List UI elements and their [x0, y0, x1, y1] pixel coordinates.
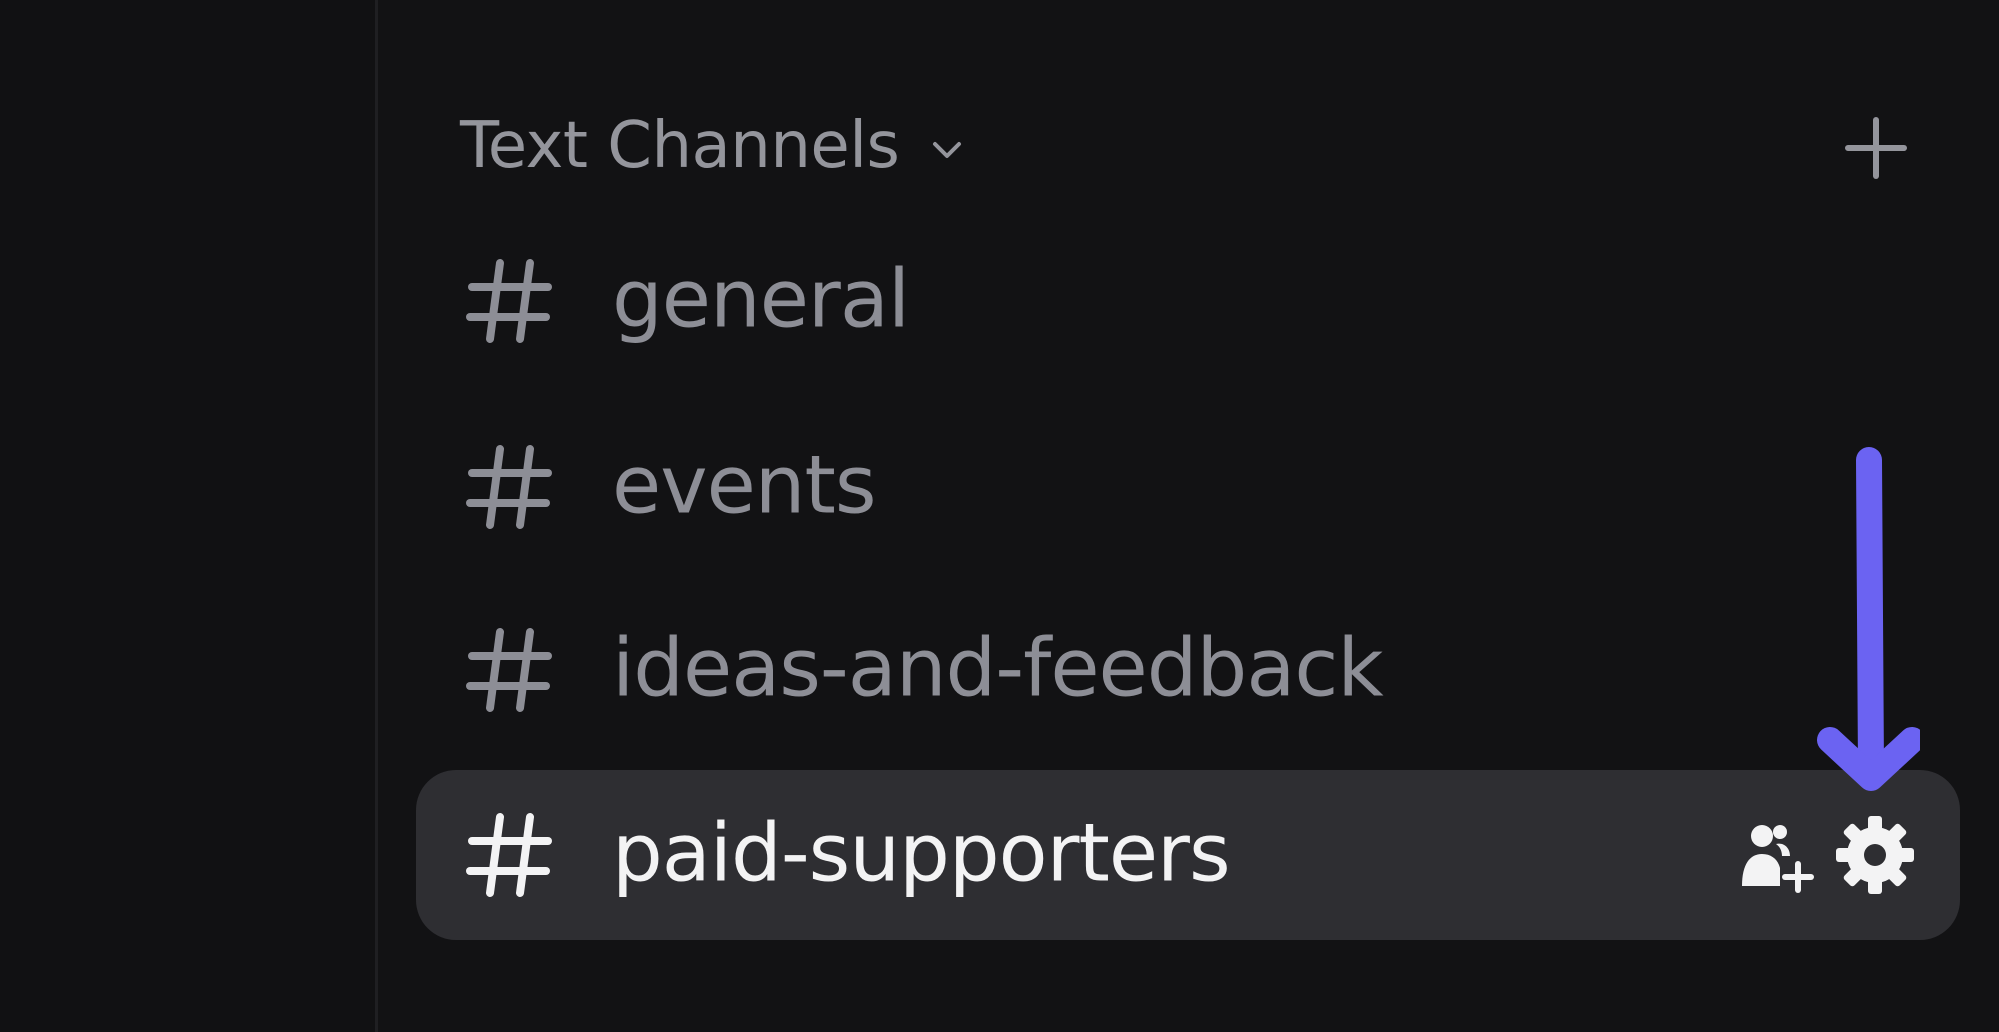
channel-item-paid-supporters[interactable]: paid-supporters	[416, 770, 1960, 940]
gear-icon[interactable]	[1834, 814, 1916, 896]
channel-name: paid-supporters	[612, 806, 1231, 900]
hash-icon	[464, 255, 556, 347]
hash-icon	[464, 441, 556, 533]
channel-item-general[interactable]: general	[416, 216, 1960, 386]
plus-icon[interactable]	[1840, 112, 1912, 184]
channel-actions	[1732, 814, 1916, 896]
channel-name: ideas-and-feedback	[612, 621, 1384, 715]
add-member-icon[interactable]	[1732, 814, 1814, 896]
category-header-text-channels[interactable]: Text Channels	[460, 104, 967, 188]
hash-icon	[464, 624, 556, 716]
channel-item-ideas-and-feedback[interactable]: ideas-and-feedback	[416, 585, 1960, 755]
chevron-down-icon	[927, 130, 967, 170]
discord-app: Text Channels general events ideas-and-f…	[0, 0, 1999, 1032]
channel-item-events[interactable]: events	[416, 402, 1960, 572]
category-label: Text Channels	[460, 109, 900, 183]
hash-icon	[464, 809, 556, 901]
channel-name: events	[612, 438, 877, 532]
server-rail	[0, 0, 375, 1032]
channel-name: general	[612, 252, 910, 346]
